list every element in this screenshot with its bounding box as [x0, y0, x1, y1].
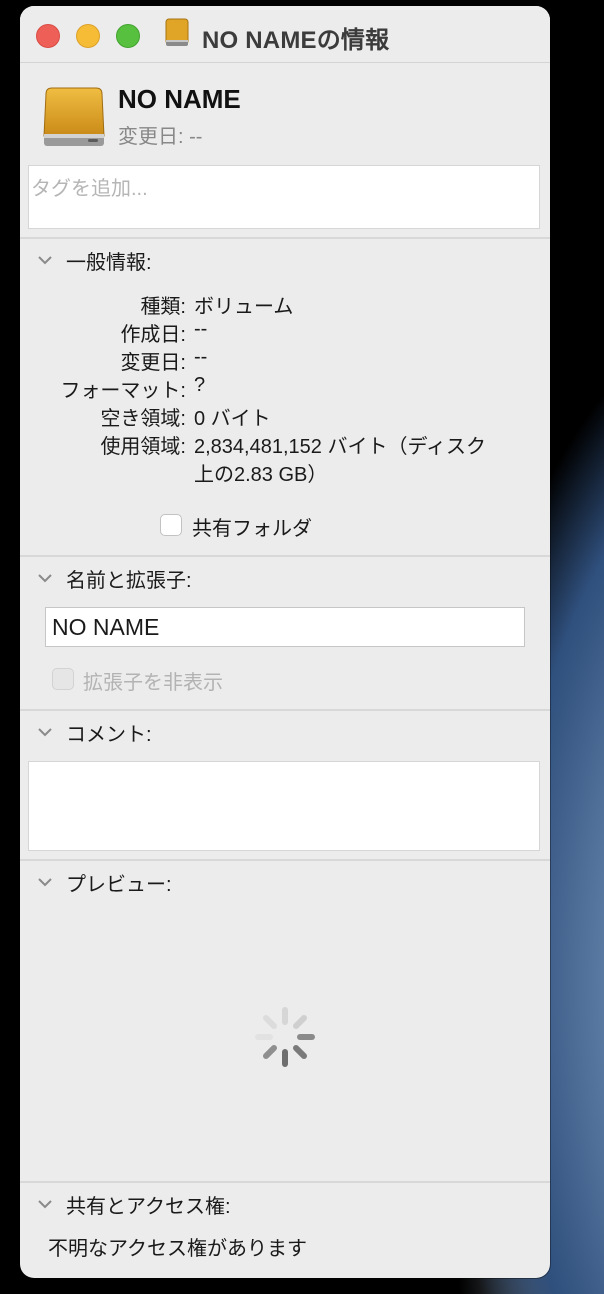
used-value: 2,834,481,152 バイト（ディスク: [194, 436, 487, 458]
shared-folder-label: 共有フォルダ: [192, 518, 312, 540]
chevron-down-icon: [38, 256, 52, 265]
available-label: 空き領域:: [100, 408, 186, 430]
shared-folder-checkbox[interactable]: [160, 514, 182, 536]
name-extension-section-toggle[interactable]: 名前と拡張子:: [34, 564, 192, 592]
zoom-button[interactable]: [116, 24, 140, 48]
format-value: ?: [194, 374, 206, 396]
modified-label: 変更日:: [118, 126, 184, 148]
chevron-down-icon: [38, 574, 52, 583]
title-bar[interactable]: NO NAMEの情報: [20, 6, 550, 63]
chevron-down-icon: [38, 728, 52, 737]
format-label: フォーマット:: [60, 380, 186, 402]
close-button[interactable]: [36, 24, 60, 48]
get-info-window: NO NAMEの情報 NO NAME 変更日: -- タグを追加... 一般情報…: [20, 6, 550, 1278]
kind-label: 種類:: [140, 296, 186, 318]
hide-extension-label: 拡張子を非表示: [83, 672, 223, 694]
sharing-section-toggle[interactable]: 共有とアクセス権:: [34, 1190, 231, 1218]
created-value: --: [194, 318, 208, 340]
volume-name: NO NAME: [118, 84, 241, 114]
external-drive-icon: [165, 18, 189, 46]
available-value: 0 バイト: [194, 408, 271, 430]
loading-spinner-icon: [255, 1007, 315, 1067]
volume-drive-icon: [43, 87, 105, 146]
modified-date-row: 変更日: --: [118, 120, 202, 149]
preview-section-title: プレビュー:: [66, 873, 172, 896]
general-section-toggle[interactable]: 一般情報:: [34, 246, 152, 274]
comments-textarea[interactable]: [28, 761, 540, 851]
tags-input[interactable]: タグを追加...: [28, 165, 540, 229]
modified-label-general: 変更日:: [120, 352, 186, 374]
section-divider: [20, 237, 550, 239]
name-extension-section-title: 名前と拡張子:: [66, 569, 192, 592]
permissions-status: 不明なアクセス権があります: [48, 1238, 307, 1260]
chevron-down-icon: [38, 1200, 52, 1209]
comments-section-title: コメント:: [66, 723, 152, 746]
used-value-continued: 上の2.83 GB）: [194, 464, 328, 486]
name-input[interactable]: NO NAME: [45, 607, 525, 647]
section-divider: [20, 555, 550, 557]
hide-extension-checkbox[interactable]: [52, 668, 74, 690]
general-section-title: 一般情報:: [66, 251, 152, 274]
chevron-down-icon: [38, 878, 52, 887]
kind-value: ボリューム: [194, 296, 294, 318]
preview-section-toggle[interactable]: プレビュー:: [34, 868, 172, 896]
section-divider: [20, 859, 550, 861]
comments-section-toggle[interactable]: コメント:: [34, 718, 152, 746]
minimize-button[interactable]: [76, 24, 100, 48]
modified-value-general: --: [194, 346, 208, 368]
created-label: 作成日:: [120, 324, 186, 346]
window-title: NO NAMEの情報: [202, 27, 390, 54]
section-divider: [20, 709, 550, 711]
used-label: 使用領域:: [100, 436, 186, 458]
modified-value: --: [189, 126, 203, 148]
sharing-section-title: 共有とアクセス権:: [66, 1195, 231, 1218]
section-divider: [20, 1181, 550, 1183]
